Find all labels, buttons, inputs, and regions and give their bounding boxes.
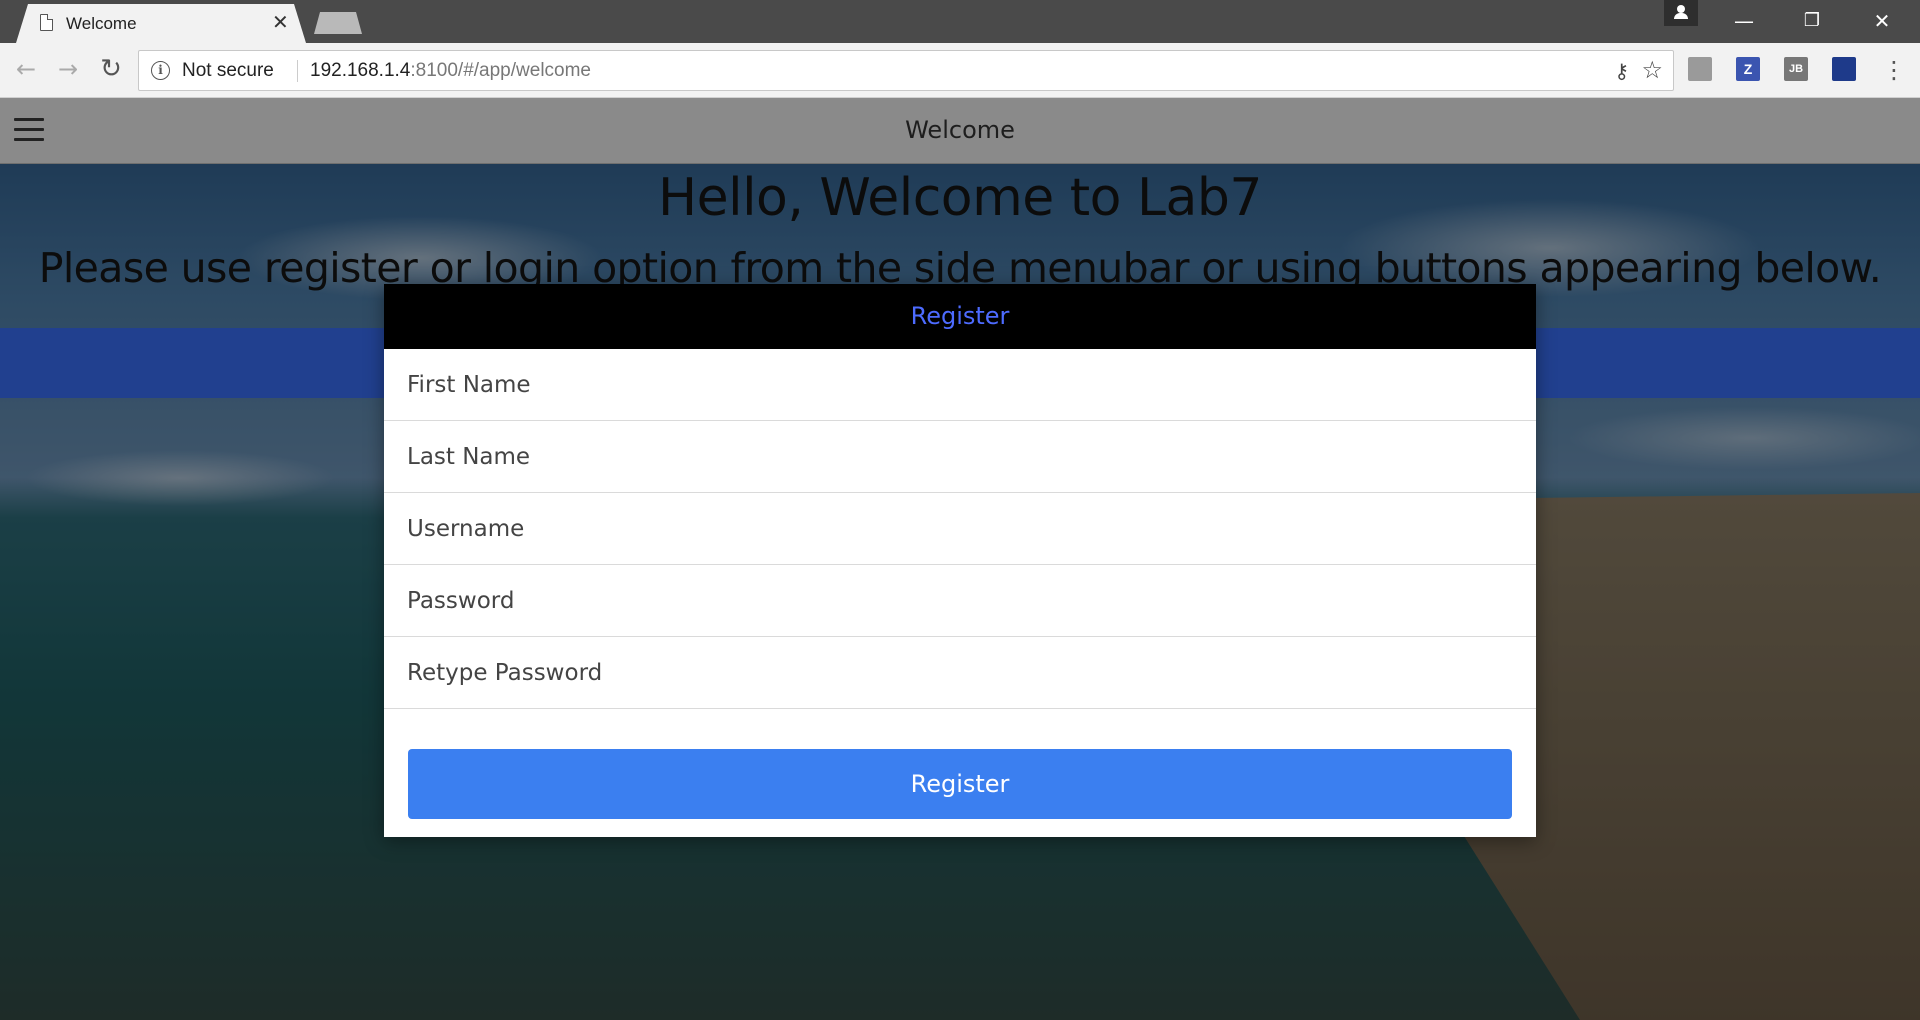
username-input[interactable] — [384, 493, 1536, 564]
app-header: Welcome — [0, 98, 1920, 164]
url-text[interactable]: 192.168.1.4:8100/#/app/welcome — [310, 60, 591, 82]
page-title: Welcome — [905, 116, 1015, 144]
url-path: :8100/#/app/welcome — [410, 60, 591, 81]
key-icon[interactable]: ⚷ — [1614, 59, 1629, 83]
omnibox-divider — [297, 60, 298, 82]
forward-icon[interactable]: → — [52, 53, 84, 85]
page-icon — [40, 14, 53, 31]
register-modal: Register Register — [384, 284, 1536, 837]
last-name-input[interactable] — [384, 421, 1536, 492]
zotero-extension-icon[interactable]: Z — [1736, 57, 1760, 81]
browser-menu-icon[interactable]: ⋮ — [1882, 55, 1906, 85]
username-field — [384, 493, 1536, 565]
tab-title: Welcome — [66, 14, 137, 33]
browser-tabstrip: Welcome ✕ — ❐ ✕ — [0, 0, 1920, 43]
welcome-heading: Hello, Welcome to Lab7 — [658, 168, 1262, 228]
first-name-input[interactable] — [384, 349, 1536, 420]
password-input[interactable] — [384, 565, 1536, 636]
modal-title: Register — [384, 284, 1536, 349]
close-window-button[interactable]: ✕ — [1862, 6, 1902, 36]
last-name-field — [384, 421, 1536, 493]
first-name-field — [384, 349, 1536, 421]
retype-password-input[interactable] — [384, 637, 1536, 708]
new-tab-button[interactable] — [314, 12, 362, 34]
security-label[interactable]: Not secure — [182, 60, 274, 82]
info-icon[interactable]: i — [151, 61, 170, 80]
page-viewport: Welcome Hello, Welcome to Lab7 Please us… — [0, 98, 1920, 1020]
url-host: 192.168.1.4 — [310, 60, 411, 81]
bookmark-star-icon[interactable]: ☆ — [1641, 56, 1663, 84]
browser-tab-welcome[interactable]: Welcome ✕ — [16, 4, 306, 43]
retype-password-field — [384, 637, 1536, 709]
jetbrains-extension-icon[interactable]: JB — [1784, 57, 1808, 81]
back-icon[interactable]: ← — [10, 53, 42, 85]
password-field — [384, 565, 1536, 637]
reload-icon[interactable]: ↻ — [95, 53, 127, 85]
browser-toolbar: ← → ↻ i Not secure 192.168.1.4:8100/#/ap… — [0, 43, 1920, 98]
profile-icon[interactable] — [1664, 0, 1698, 26]
flag-extension-icon[interactable] — [1832, 57, 1856, 81]
register-button[interactable]: Register — [408, 749, 1512, 819]
tab-close-icon[interactable]: ✕ — [272, 10, 289, 34]
acrobat-extension-icon[interactable] — [1688, 57, 1712, 81]
restore-button[interactable]: ❐ — [1792, 6, 1832, 36]
address-bar[interactable]: i Not secure 192.168.1.4:8100/#/app/welc… — [138, 50, 1674, 91]
minimize-button[interactable]: — — [1724, 6, 1764, 36]
